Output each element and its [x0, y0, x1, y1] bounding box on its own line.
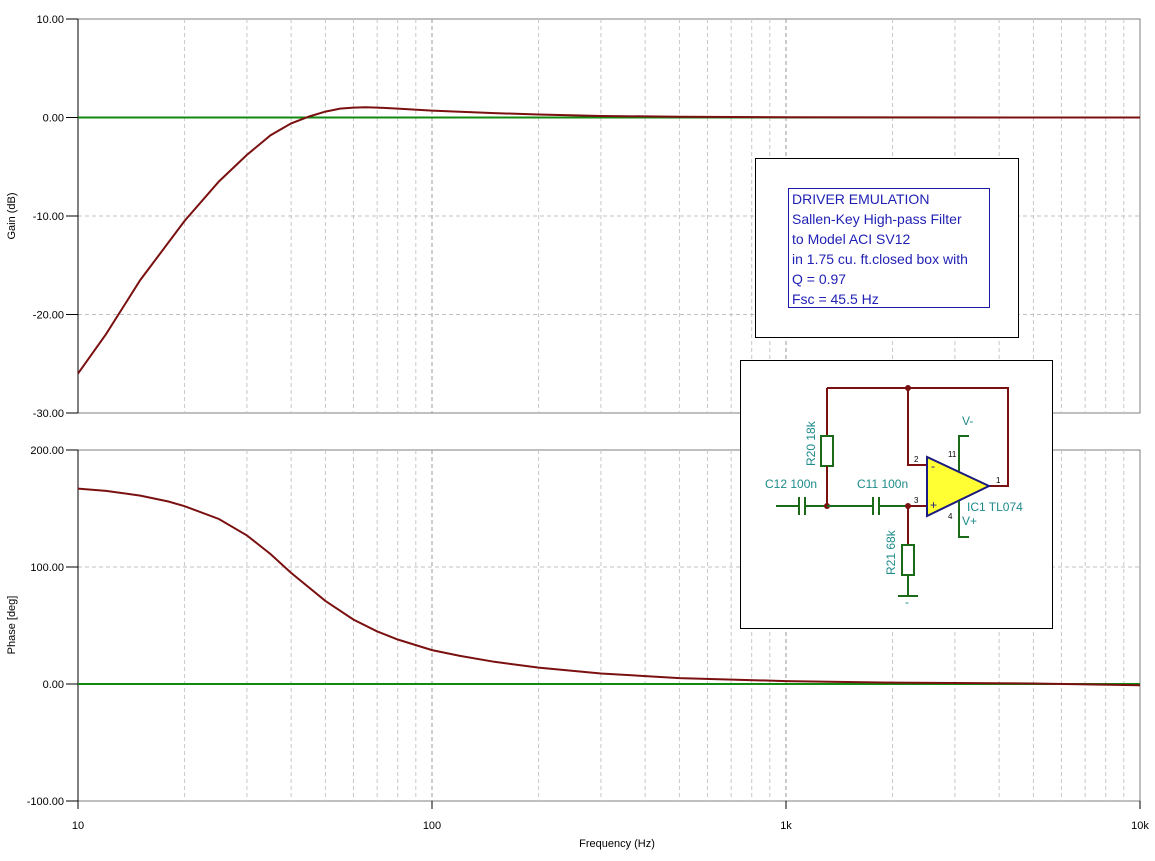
pin-2-label: 2 — [914, 455, 919, 464]
vminus-label: V- — [962, 414, 973, 428]
ground-label: - — [905, 595, 909, 609]
r20-label: R20 18k — [804, 420, 818, 466]
x-tick-label: 1k — [780, 820, 792, 832]
r20-resistor — [820, 435, 834, 467]
c11-label: C11 100n — [857, 477, 908, 491]
gain-y-tick-label: 0.00 — [43, 113, 64, 125]
note-line: Sallen-Key High-pass Filter — [792, 211, 962, 227]
gain-y-tick-label: -20.00 — [33, 310, 64, 322]
note-box: DRIVER EMULATION Sallen-Key High-pass Fi… — [755, 158, 1019, 338]
inverting-wire — [907, 388, 927, 466]
phase-y-tick-label: -100.00 — [27, 796, 64, 808]
junction-dot — [905, 385, 911, 391]
x-tick-label: 10 — [72, 820, 84, 832]
pin-3-label: 3 — [914, 496, 919, 505]
phase-y-tick-label: 100.00 — [30, 562, 64, 574]
note-line: in 1.75 cu. ft.closed box with — [792, 251, 968, 267]
x-tick-label: 100 — [423, 820, 441, 832]
r21-resistor — [901, 544, 915, 576]
phase-y-tick-label: 200.00 — [30, 445, 64, 457]
phase-y-axis-label: Phase [deg] — [6, 596, 18, 655]
r21-label: R21 68k — [884, 529, 898, 575]
filter-schematic: R20 18k C12 100n C11 100n - R21 68k - + … — [740, 360, 1053, 629]
gain-y-tick-label: 10.00 — [36, 14, 64, 26]
phase-y-tick-label: 0.00 — [43, 679, 64, 691]
note-line: Q = 0.97 — [792, 271, 847, 287]
gain-y-tick-label: -30.00 — [33, 408, 64, 420]
note-line: to Model ACI SV12 — [792, 231, 911, 247]
vplus-label: V+ — [962, 514, 977, 528]
phase-x-ticks: 10 100 1k 10k — [72, 801, 1149, 832]
ic1-label: IC1 TL074 — [967, 500, 1023, 514]
gain-y-tick-label: -10.00 — [33, 211, 64, 223]
pin-1-label: 1 — [996, 476, 1001, 485]
feedback-wire — [827, 387, 1009, 487]
gain-y-axis-label: Gain (dB) — [6, 192, 18, 239]
pin-11-label: 11 — [948, 450, 957, 459]
phase-y-ticks: 200.00 100.00 0.00 -100.00 — [27, 445, 78, 808]
vminus-wire — [958, 435, 969, 471]
x-axis-label: Frequency (Hz) — [579, 838, 655, 850]
opamp-plus-sign: + — [930, 498, 937, 512]
opamp-minus-sign: - — [931, 459, 935, 473]
gain-y-ticks: 10.00 0.00 -10.00 -20.00 -30.00 — [33, 14, 78, 420]
x-tick-label: 10k — [1131, 820, 1149, 832]
c12-label: C12 100n — [765, 477, 817, 491]
note-text-frame: DRIVER EMULATION Sallen-Key High-pass Fi… — [788, 188, 990, 308]
note-line: Fsc = 45.5 Hz — [792, 291, 879, 307]
pin-4-label: 4 — [948, 512, 953, 521]
note-line: DRIVER EMULATION — [792, 191, 930, 207]
